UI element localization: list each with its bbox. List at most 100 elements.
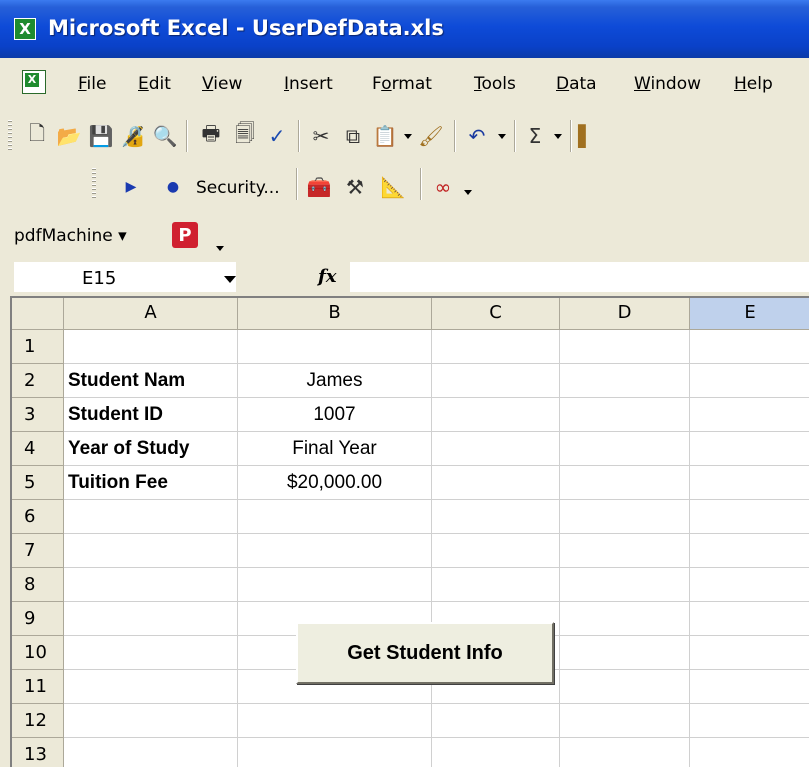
control-toolbox-icon[interactable]: 🧰 [304,172,334,202]
cell-e5[interactable] [690,466,809,500]
row-header-13[interactable]: 13 [12,738,64,767]
cell-b12[interactable] [238,704,432,738]
excel-app-icon[interactable]: X [14,18,36,40]
autosum-icon[interactable]: Σ [520,121,550,151]
row-header-7[interactable]: 7 [12,534,64,568]
open-icon[interactable]: 📂 [54,121,84,151]
format-painter-icon[interactable]: 🖌 [416,121,446,151]
cell-c7[interactable] [432,534,560,568]
print-icon[interactable]: 🖶 [196,121,226,151]
toolbar-grip[interactable] [92,168,96,200]
cell-e8[interactable] [690,568,809,602]
row-header-1[interactable]: 1 [12,330,64,364]
toolbar-grip[interactable] [8,120,12,152]
column-header-d[interactable]: D [560,298,690,330]
row-header-9[interactable]: 9 [12,602,64,636]
cell-b13[interactable] [238,738,432,767]
run-macro-icon[interactable]: ▶ [116,172,146,202]
cell-e4[interactable] [690,432,809,466]
row-header-5[interactable]: 5 [12,466,64,500]
cell-a4[interactable]: Year of Study [64,432,238,466]
cell-b4[interactable]: Final Year [238,432,432,466]
menu-edit[interactable]: Edit [138,74,171,94]
cell-d13[interactable] [560,738,690,767]
row-header-4[interactable]: 4 [12,432,64,466]
cell-d4[interactable] [560,432,690,466]
get-student-info-button[interactable]: Get Student Info [296,622,554,684]
research-icon[interactable]: 🔍 [150,121,180,151]
cell-a5[interactable]: Tuition Fee [64,466,238,500]
cell-d12[interactable] [560,704,690,738]
cell-d3[interactable] [560,398,690,432]
cell-d9[interactable] [560,602,690,636]
design-mode-icon[interactable]: ⚒ [340,172,370,202]
save-icon[interactable]: 💾 [86,121,116,151]
cell-b7[interactable] [238,534,432,568]
print-preview-icon[interactable]: 🗐 [230,121,260,151]
cell-e2[interactable] [690,364,809,398]
cell-a3[interactable]: Student ID [64,398,238,432]
cell-b1[interactable] [238,330,432,364]
undo-icon[interactable]: ↶ [462,121,492,151]
menu-tools[interactable]: Tools [474,74,516,94]
row-header-10[interactable]: 10 [12,636,64,670]
cell-b2[interactable]: James [238,364,432,398]
row-header-6[interactable]: 6 [12,500,64,534]
title-bar[interactable]: X Microsoft Excel - UserDefData.xls [0,0,809,58]
cell-a8[interactable] [64,568,238,602]
cell-d10[interactable] [560,636,690,670]
row-header-8[interactable]: 8 [12,568,64,602]
cell-a13[interactable] [64,738,238,767]
visual-basic-icon[interactable]: 📐 [378,172,408,202]
column-header-c[interactable]: C [432,298,560,330]
column-header-b[interactable]: B [238,298,432,330]
cell-c8[interactable] [432,568,560,602]
cell-a2[interactable]: Student Nam [64,364,238,398]
row-header-11[interactable]: 11 [12,670,64,704]
paste-dropdown-arrow[interactable] [404,134,412,139]
menu-window[interactable]: Window [634,74,701,94]
cell-c3[interactable] [432,398,560,432]
menu-data[interactable]: Data [556,74,597,94]
menu-format[interactable]: Format [372,74,432,94]
cell-a12[interactable] [64,704,238,738]
cell-b6[interactable] [238,500,432,534]
column-header-e[interactable]: E [690,298,809,330]
cell-e7[interactable] [690,534,809,568]
cell-d8[interactable] [560,568,690,602]
cell-c5[interactable] [432,466,560,500]
permission-icon[interactable]: 🔏 [118,121,148,151]
toolbar-options-arrow[interactable] [216,246,224,251]
cell-c1[interactable] [432,330,560,364]
cell-e6[interactable] [690,500,809,534]
menu-insert[interactable]: Insert [284,74,333,94]
cell-c6[interactable] [432,500,560,534]
undo-dropdown-arrow[interactable] [498,134,506,139]
row-header-12[interactable]: 12 [12,704,64,738]
row-header-2[interactable]: 2 [12,364,64,398]
cell-a1[interactable] [64,330,238,364]
cell-e1[interactable] [690,330,809,364]
name-box-dropdown-arrow[interactable] [224,276,236,283]
cell-c13[interactable] [432,738,560,767]
cell-d2[interactable] [560,364,690,398]
formula-input[interactable] [350,262,809,292]
cell-d1[interactable] [560,330,690,364]
cell-c2[interactable] [432,364,560,398]
cell-a9[interactable] [64,602,238,636]
cell-c12[interactable] [432,704,560,738]
script-editor-icon[interactable]: ∞ [428,172,458,202]
cell-e3[interactable] [690,398,809,432]
pdf-icon[interactable]: P [172,222,198,248]
cell-d11[interactable] [560,670,690,704]
autosum-dropdown-arrow[interactable] [554,134,562,139]
column-header-a[interactable]: A [64,298,238,330]
workbook-icon[interactable] [22,70,46,94]
cell-e12[interactable] [690,704,809,738]
menu-view[interactable]: View [202,74,242,94]
cell-a11[interactable] [64,670,238,704]
cell-b8[interactable] [238,568,432,602]
name-box[interactable]: E15 [14,262,236,292]
toolbar-options-arrow[interactable] [464,190,472,195]
cell-b3[interactable]: 1007 [238,398,432,432]
